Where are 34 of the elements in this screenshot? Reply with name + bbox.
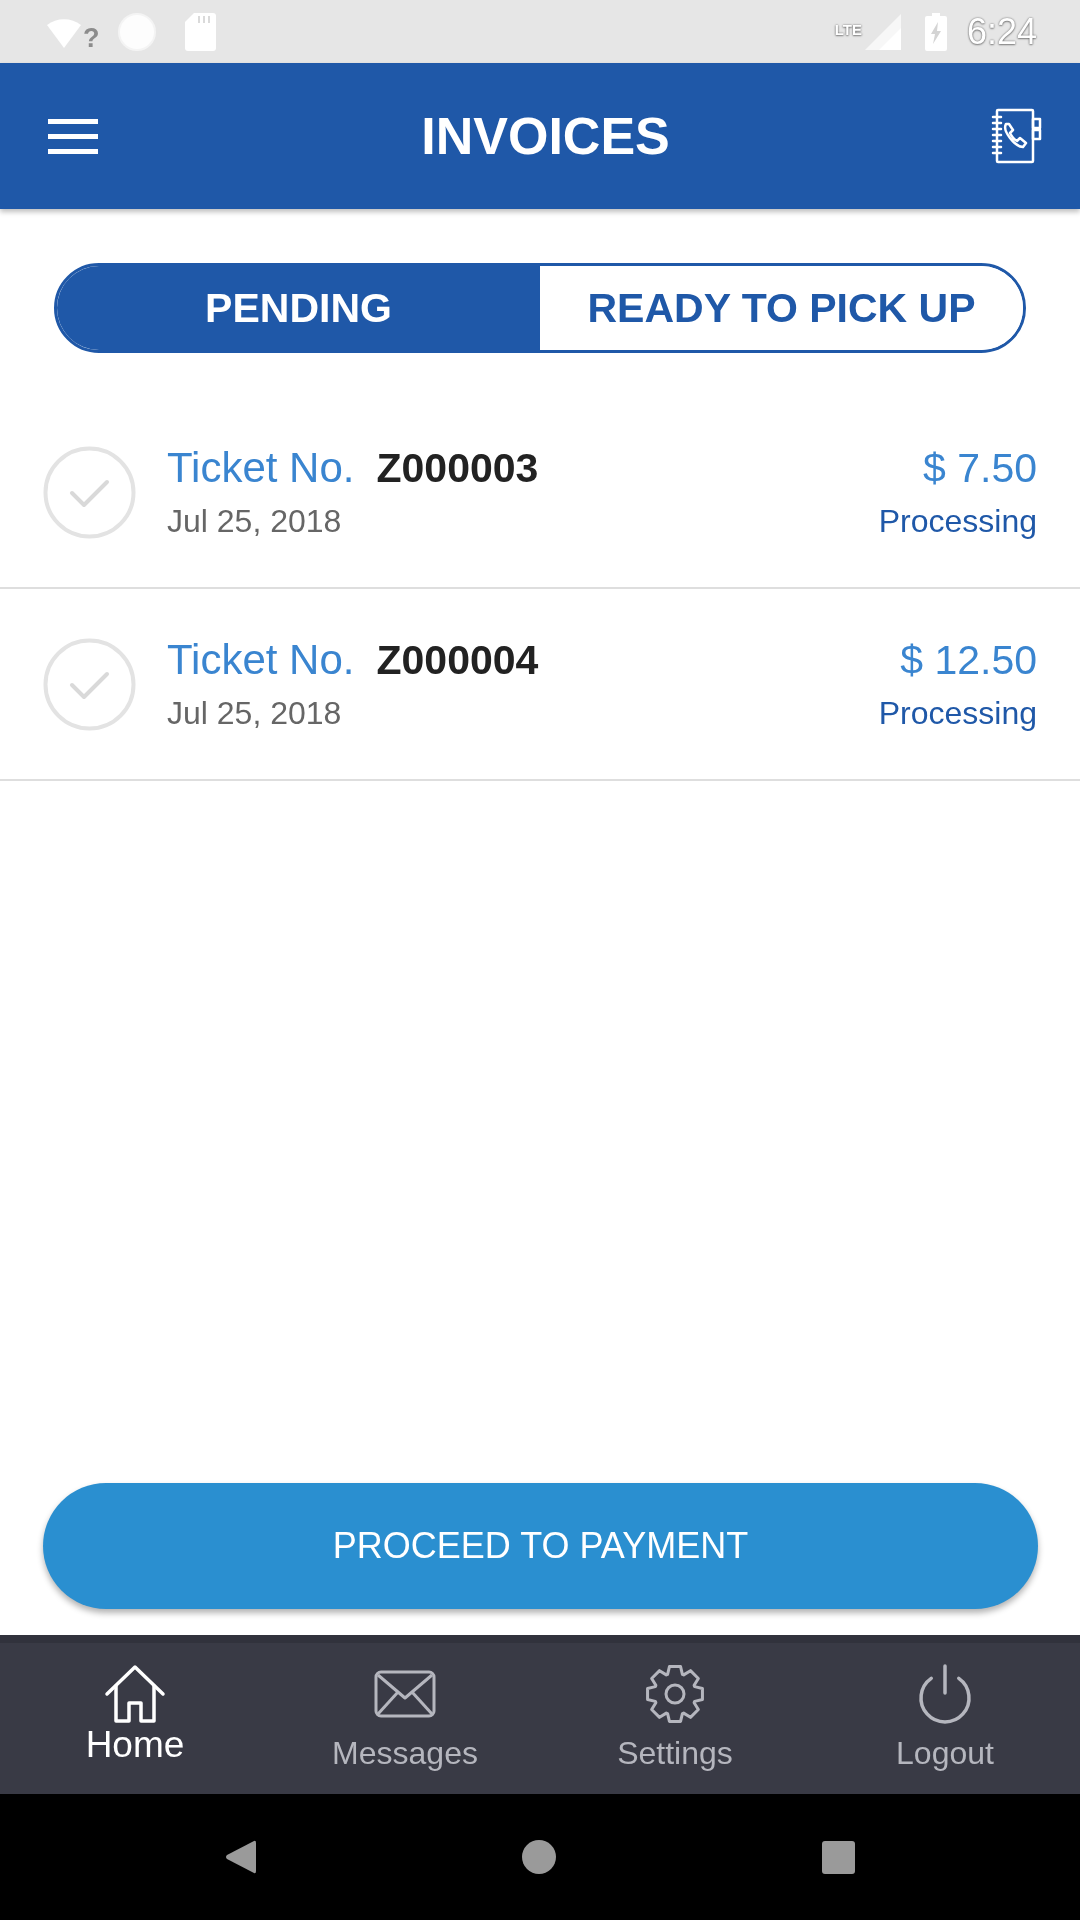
status-time: 6:24	[966, 11, 1037, 52]
envelope-icon	[374, 1670, 436, 1718]
nav-item[interactable]: Messages	[332, 1663, 478, 1773]
signal-icon	[864, 13, 901, 50]
phone-book-icon[interactable]	[991, 108, 1043, 164]
network-type-label: LTE	[834, 21, 862, 38]
invoice-date: Jul 25, 2018	[167, 693, 342, 733]
back-icon[interactable]	[225, 1839, 256, 1875]
settings-icon	[645, 1664, 705, 1724]
nav-item[interactable]: Home	[85, 1663, 185, 1765]
menu-icon[interactable]	[48, 118, 98, 154]
recents-square-icon[interactable]	[822, 1840, 855, 1874]
screen-title: INVOICES	[421, 106, 670, 166]
invoice-status: Processing	[878, 693, 1037, 733]
nav-item[interactable]: Settings	[617, 1663, 733, 1773]
proceed-to-payment-button[interactable]: PROCEED TO PAYMENT	[43, 1483, 1038, 1609]
battery-charging-icon	[924, 12, 947, 51]
sd-card-icon	[184, 12, 216, 51]
invoice-date: Jul 25, 2018	[167, 501, 342, 541]
ticket-number: Z000003	[376, 443, 539, 493]
invoice-amount: $ 12.50	[900, 635, 1037, 685]
ticket-number: Z000004	[376, 635, 539, 685]
check-circle-icon[interactable]	[43, 637, 136, 731]
tab[interactable]: PENDING	[57, 266, 540, 350]
check-circle-icon[interactable]	[43, 445, 136, 539]
ticket-label: Ticket No.	[167, 634, 355, 685]
invoice-amount: $ 7.50	[923, 443, 1037, 493]
power-icon	[918, 1663, 972, 1725]
home-circle-icon[interactable]	[522, 1840, 556, 1874]
home-icon	[104, 1664, 166, 1724]
wifi-question-mark: ?	[83, 23, 100, 52]
invoice-status: Processing	[878, 501, 1037, 541]
nav-item[interactable]: Logout	[896, 1663, 994, 1773]
ticket-label: Ticket No.	[167, 442, 355, 493]
